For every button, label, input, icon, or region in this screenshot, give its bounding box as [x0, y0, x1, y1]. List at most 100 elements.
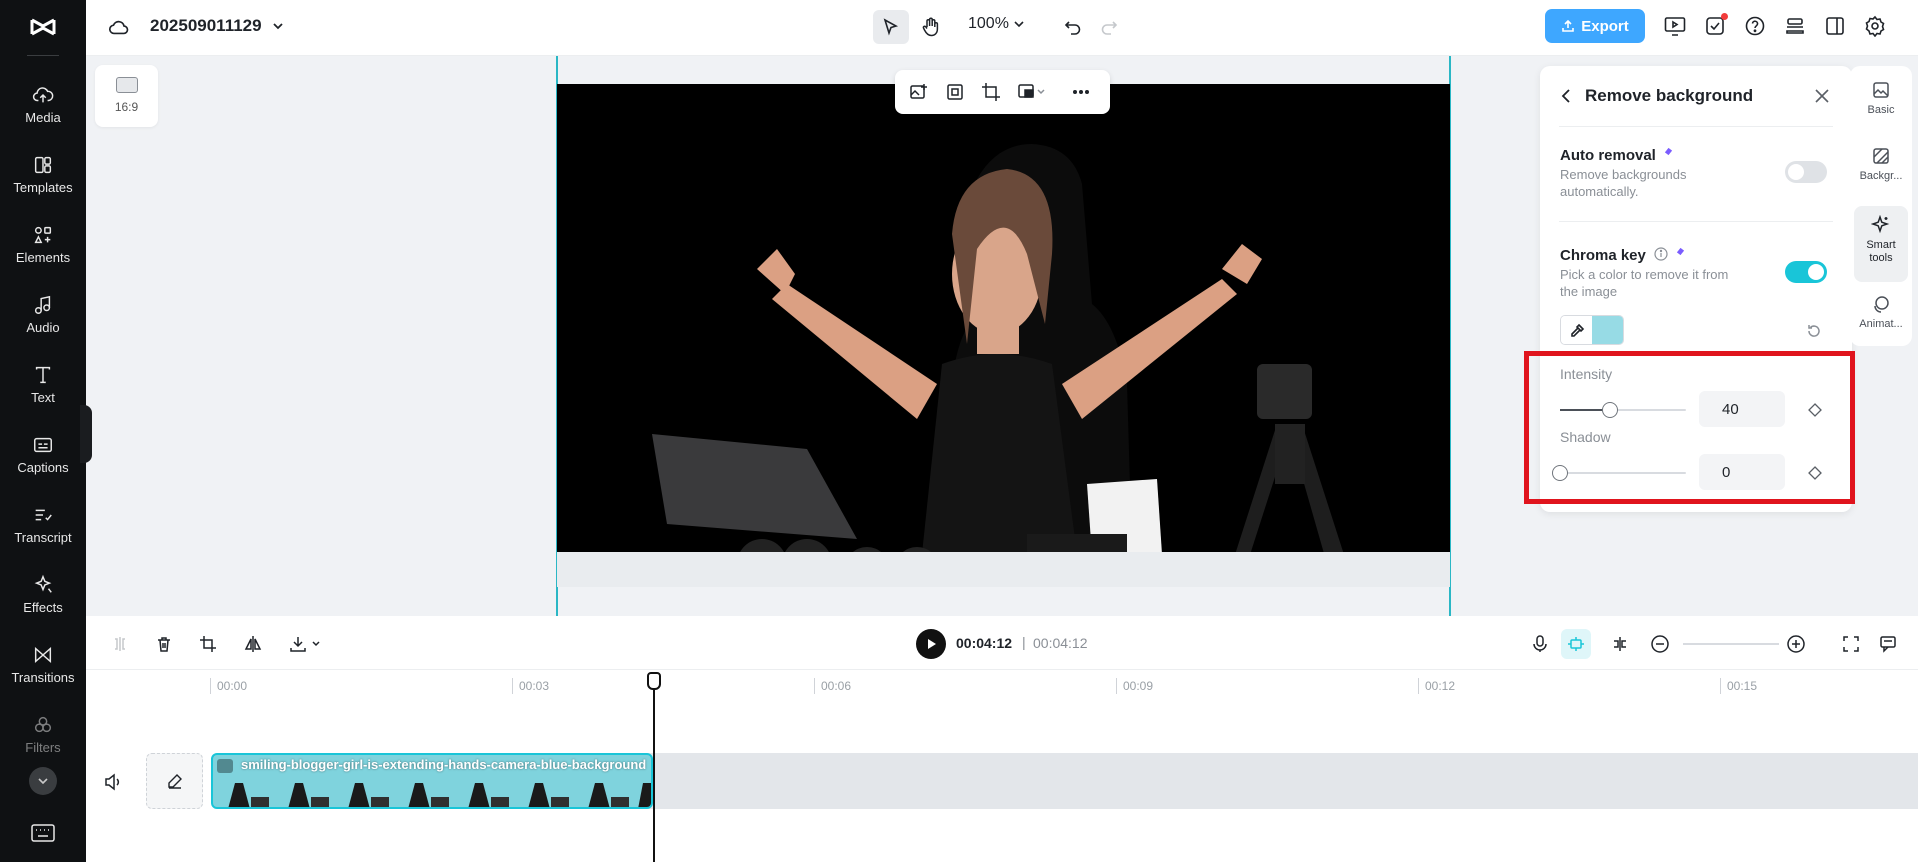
sidebar-item-templates[interactable]: Templates: [0, 154, 86, 218]
close-icon[interactable]: [1812, 86, 1832, 106]
delete-button[interactable]: [152, 632, 176, 656]
layout-button[interactable]: [1822, 13, 1848, 39]
speaker-icon[interactable]: [103, 772, 123, 792]
zoom-in-button[interactable]: [1784, 632, 1808, 656]
notification-dot: [1721, 13, 1728, 20]
crop-button[interactable]: [977, 78, 1005, 106]
sidebar-item-effects[interactable]: Effects: [0, 574, 86, 638]
microphone-button[interactable]: [1528, 632, 1552, 656]
play-button[interactable]: [916, 629, 946, 659]
tab-smart-tools[interactable]: Smart tools: [1854, 206, 1908, 282]
picked-color-swatch[interactable]: [1592, 316, 1623, 344]
sidebar-item-captions[interactable]: Captions: [0, 434, 86, 498]
cursor-arrow-icon: [883, 18, 899, 36]
track-edit-button[interactable]: [146, 753, 203, 809]
sidebar-item-label: Filters: [25, 740, 61, 755]
pencil-icon: [167, 774, 182, 789]
keyframe-diamond-icon[interactable]: [1808, 466, 1822, 480]
eyedropper-button[interactable]: [1561, 316, 1592, 344]
magnet-button[interactable]: [1561, 629, 1591, 659]
intensity-slider[interactable]: [1560, 402, 1686, 418]
video-clip[interactable]: smiling-blogger-girl-is-extending-hands-…: [211, 753, 653, 809]
sidebar-item-media[interactable]: Media: [0, 84, 86, 148]
split-track-button[interactable]: [1608, 632, 1632, 656]
toggle-knob: [1808, 264, 1824, 280]
project-name[interactable]: 202509011129: [150, 16, 262, 36]
redo-button[interactable]: [1091, 10, 1127, 44]
replace-image-button[interactable]: [905, 78, 933, 106]
intensity-input[interactable]: [1699, 391, 1785, 427]
auto-removal-label: Auto removal: [1560, 147, 1656, 164]
sidebar-item-elements[interactable]: Elements: [0, 224, 86, 288]
transitions-icon: [34, 646, 52, 664]
remove-background-panel: Remove background Auto removal Remove ba…: [1540, 66, 1852, 512]
slider-thumb[interactable]: [1552, 465, 1568, 481]
reset-icon[interactable]: [1805, 322, 1823, 340]
sidebar-item-transcript[interactable]: Transcript: [0, 504, 86, 568]
auto-removal-toggle[interactable]: [1785, 161, 1827, 183]
left-sidebar: Media Templates Elements Audio Text Capt…: [0, 0, 86, 862]
current-time: 00:04:12: [956, 635, 1013, 651]
sidebar-more-button[interactable]: [29, 767, 57, 795]
sidebar-item-label: Media: [25, 110, 61, 125]
timeline-zoom-slider[interactable]: [1683, 643, 1779, 645]
hand-tool-button[interactable]: [913, 10, 949, 44]
chevron-down-icon: [38, 778, 48, 785]
sidebar-item-text[interactable]: Text: [0, 364, 86, 428]
download-dropdown-button[interactable]: [286, 632, 326, 656]
zoom-dropdown[interactable]: 100%: [968, 15, 1025, 33]
empty-track-area[interactable]: [644, 753, 1918, 809]
help-button[interactable]: [1742, 13, 1768, 39]
undo-button[interactable]: [1055, 10, 1091, 44]
export-button[interactable]: Export: [1545, 9, 1645, 43]
split-button[interactable]: [108, 632, 132, 656]
trash-icon: [158, 637, 170, 652]
fit-button[interactable]: [941, 78, 969, 106]
crop-button[interactable]: [196, 632, 220, 656]
back-arrow-icon[interactable]: [1558, 87, 1576, 105]
shield-check-button[interactable]: [1702, 13, 1728, 39]
chroma-key-toggle[interactable]: [1785, 261, 1827, 283]
chroma-key-description: Pick a color to remove it from the image: [1560, 267, 1729, 299]
select-tool-button[interactable]: [873, 10, 909, 44]
panel-title: Remove background: [1585, 86, 1754, 105]
mask-dropdown-button[interactable]: [1013, 78, 1049, 106]
more-options-button[interactable]: [1067, 78, 1095, 106]
shadow-input[interactable]: [1699, 454, 1785, 490]
timeline-divider: [86, 669, 1918, 670]
present-button[interactable]: [1662, 13, 1688, 39]
sidebar-collapse-handle[interactable]: [80, 405, 92, 463]
cloud-icon[interactable]: [108, 16, 130, 38]
aspect-ratio-button[interactable]: 16:9: [95, 65, 158, 127]
video-preview[interactable]: [557, 84, 1450, 587]
settings-button[interactable]: [1862, 13, 1888, 39]
hand-icon: [922, 17, 939, 37]
layers-button[interactable]: [1782, 13, 1808, 39]
tab-background[interactable]: Backgr...: [1854, 146, 1908, 202]
divider: [1559, 221, 1833, 222]
tab-animation[interactable]: Animat...: [1854, 294, 1908, 340]
time-separator: |: [1022, 634, 1026, 650]
templates-icon: [34, 156, 52, 174]
info-icon[interactable]: [1654, 247, 1668, 261]
minus-circle-icon: [1651, 635, 1669, 653]
sidebar-item-audio[interactable]: Audio: [0, 294, 86, 358]
zoom-out-button[interactable]: [1648, 632, 1672, 656]
caption-toggle-button[interactable]: [1876, 632, 1900, 656]
image-type-icon: [217, 759, 233, 773]
pro-badge-icon: [1664, 147, 1673, 156]
keyframe-diamond-icon[interactable]: [1808, 403, 1822, 417]
chevron-down-icon[interactable]: [270, 18, 286, 34]
shadow-slider[interactable]: [1552, 465, 1686, 481]
redo-icon: [1101, 21, 1118, 35]
sidebar-item-transitions[interactable]: Transitions: [0, 644, 86, 708]
fit-timeline-button[interactable]: [1839, 632, 1863, 656]
playhead-handle[interactable]: [647, 672, 661, 690]
capcut-logo-icon: [30, 18, 56, 36]
keyboard-icon[interactable]: [31, 824, 55, 842]
flip-button[interactable]: [241, 632, 265, 656]
tab-basic[interactable]: Basic: [1854, 80, 1908, 136]
auto-removal-title: Auto removal: [1560, 147, 1673, 164]
slider-thumb[interactable]: [1602, 402, 1619, 418]
split-layout-icon: [1826, 17, 1844, 35]
